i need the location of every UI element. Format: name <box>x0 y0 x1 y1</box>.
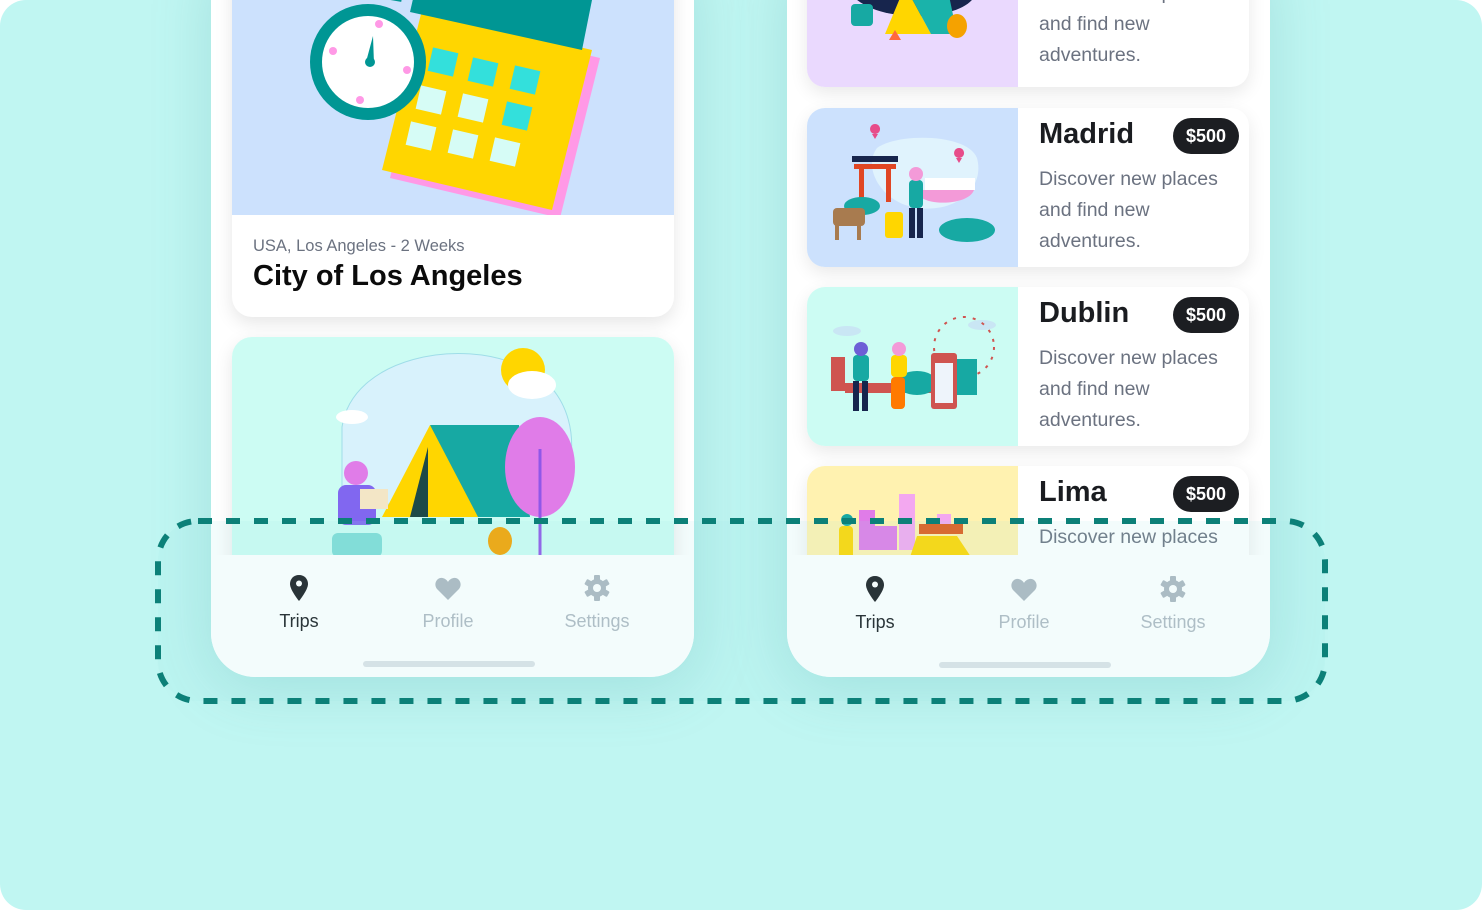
price-badge: $500 <box>1172 476 1239 512</box>
trip-description: Discover new places and find new adventu… <box>1039 347 1218 431</box>
trip-name: Dublin <box>1039 297 1130 329</box>
trip-meta: USA, Los Angeles - 2 Weeks <box>253 237 465 255</box>
background-canvas: USA, Los Angeles - 2 Weeks City of Los A… <box>0 0 1482 910</box>
trip-card-madrid[interactable]: Madrid $500 Discover new places and find… <box>807 108 1249 267</box>
featured-trip-card[interactable]: USA, Los Angeles - 2 Weeks City of Los A… <box>232 0 674 317</box>
trip-title: City of Los Angeles <box>253 260 523 292</box>
price-badge: $500 <box>1172 118 1239 154</box>
price-badge: $500 <box>1172 297 1239 333</box>
trip-card-camping[interactable]: Discover new places and find new adventu… <box>807 0 1249 87</box>
trip-description: Discover new places and find new adventu… <box>1039 0 1218 66</box>
london-phonebooth-illustration <box>807 287 1018 446</box>
night-camping-illustration <box>807 0 1018 87</box>
trip-name: Madrid <box>1039 118 1135 150</box>
calendar-stopwatch-illustration <box>232 0 674 218</box>
trip-description: Discover new places and find new adventu… <box>1039 168 1218 252</box>
trip-card-dublin[interactable]: Dublin $500 Discover new places and find… <box>807 287 1249 446</box>
trip-name: Lima <box>1039 476 1107 508</box>
torii-travel-illustration <box>807 108 1018 267</box>
tabbar-highlight-outline <box>155 518 1328 704</box>
